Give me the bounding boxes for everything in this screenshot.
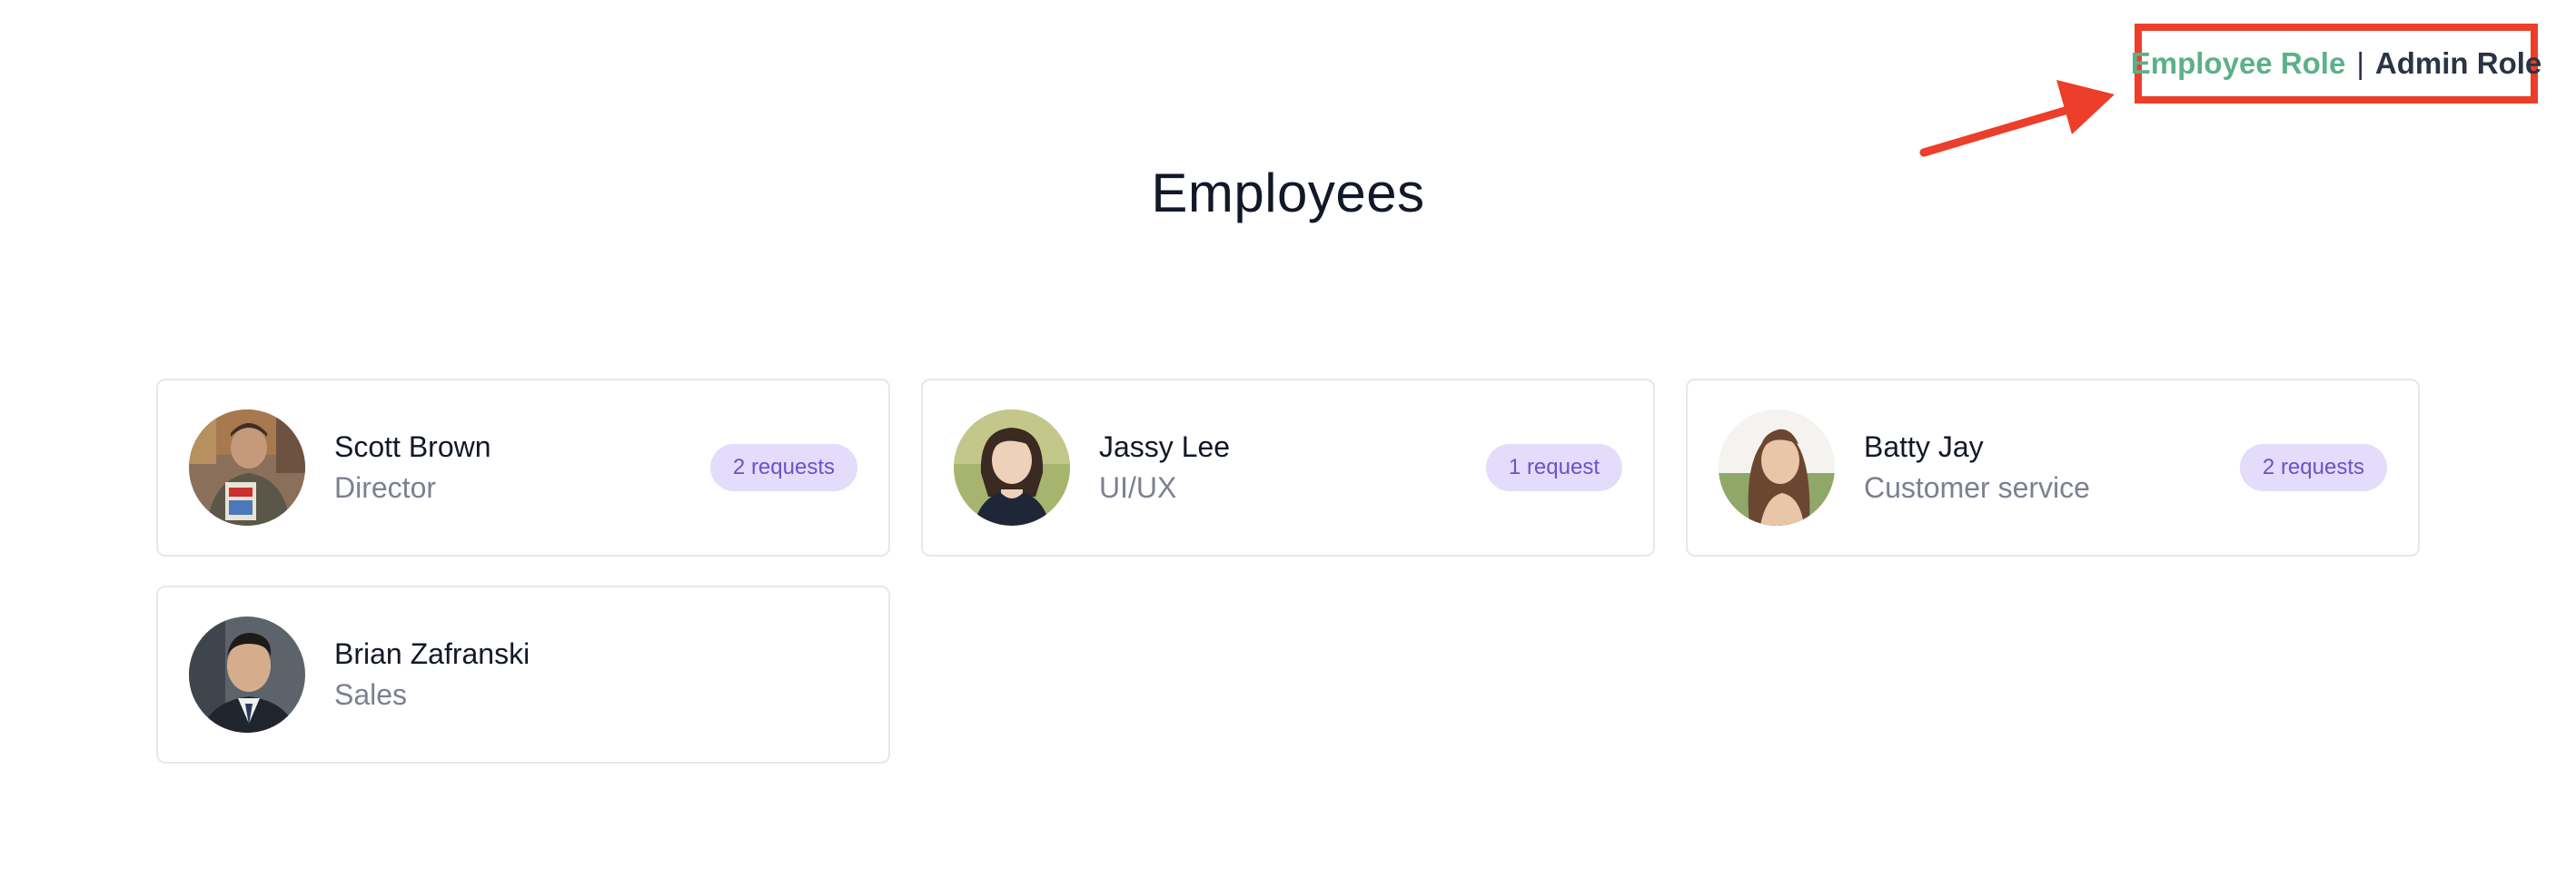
employee-role-link[interactable]: Employee Role	[2131, 46, 2346, 81]
requests-badge[interactable]: 2 requests	[2239, 444, 2387, 491]
employee-role: Director	[334, 471, 437, 504]
person-photo-icon	[1719, 409, 1835, 526]
employee-role: UI/UX	[1099, 471, 1177, 504]
employee-name: Brian Zafranski	[334, 637, 530, 670]
employee-name: Scott Brown	[334, 430, 491, 463]
person-photo-icon	[954, 409, 1070, 526]
employee-card-jassy-lee[interactable]: Jassy Lee UI/UX 1 request	[921, 379, 1655, 557]
person-photo-icon	[189, 617, 305, 733]
avatar	[1719, 409, 1835, 526]
role-switcher: Employee Role | Admin Role	[2131, 24, 2541, 104]
employee-card-brian-zafranski[interactable]: Brian Zafranski Sales	[156, 586, 890, 764]
employee-card-batty-jay[interactable]: Batty Jay Customer service 2 requests	[1686, 379, 2420, 557]
employee-name: Batty Jay	[1864, 430, 1984, 463]
employee-info: Scott Brown Director	[334, 427, 710, 508]
requests-badge[interactable]: 2 requests	[709, 444, 857, 491]
requests-badge[interactable]: 1 request	[1485, 444, 1622, 491]
employee-card-scott-brown[interactable]: Scott Brown Director 2 requests	[156, 379, 890, 557]
avatar	[189, 409, 305, 526]
role-separator: |	[2356, 46, 2364, 80]
employee-role: Sales	[334, 678, 408, 711]
avatar	[189, 617, 305, 733]
page-title: Employees	[1151, 163, 1425, 223]
employee-list: Scott Brown Director 2 requests Jassy Le…	[156, 379, 2420, 764]
employee-info: Jassy Lee UI/UX	[1099, 427, 1486, 508]
employee-info: Batty Jay Customer service	[1864, 427, 2240, 508]
admin-role-link[interactable]: Admin Role	[2375, 46, 2541, 81]
person-photo-icon	[189, 409, 305, 526]
employee-role: Customer service	[1864, 471, 2090, 504]
avatar	[954, 409, 1070, 526]
employee-name: Jassy Lee	[1099, 430, 1231, 463]
employee-info: Brian Zafranski Sales	[334, 634, 857, 715]
